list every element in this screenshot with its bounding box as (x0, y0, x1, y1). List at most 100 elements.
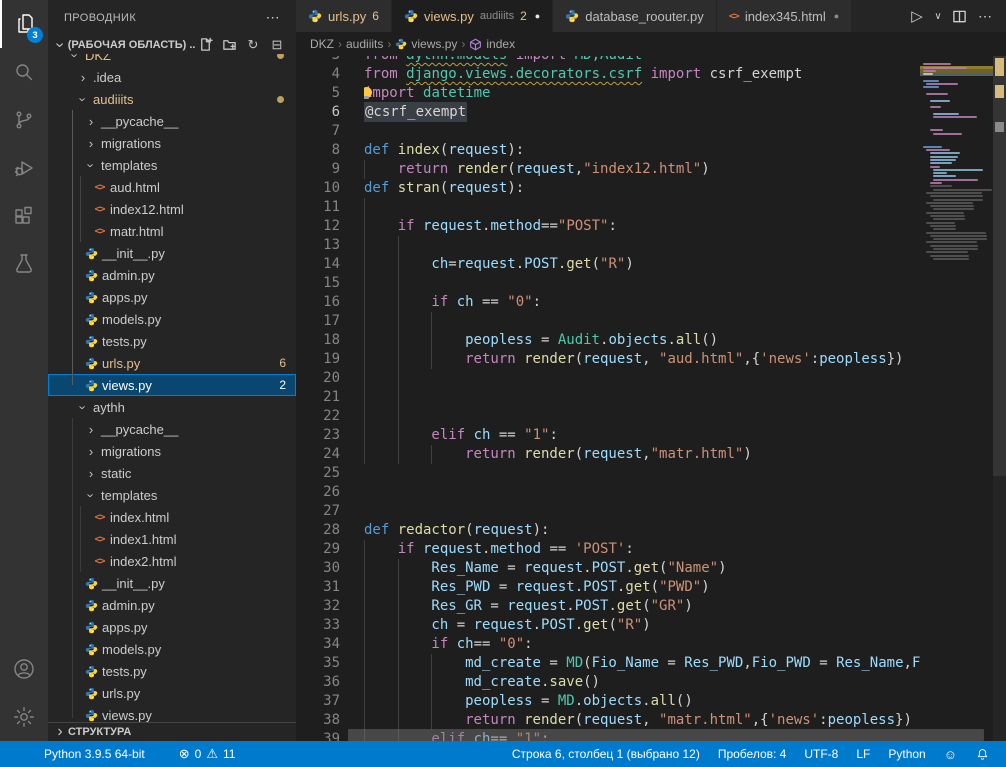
tree-item-tests-py[interactable]: tests.py (48, 330, 296, 352)
tree-item-matr-html[interactable]: <>matr.html (48, 220, 296, 242)
code-line-10[interactable]: def stran(request): (364, 179, 920, 198)
status-item-0[interactable]: Строка 6, столбец 1 (выбрано 12) (504, 747, 708, 761)
settings-gear-icon[interactable] (0, 693, 48, 741)
line-number[interactable]: 3 (296, 56, 340, 65)
code-line-16[interactable]: if ch == "0": (364, 293, 920, 312)
breadcrumb-item-index[interactable]: index (469, 37, 515, 51)
run-debug-icon[interactable] (0, 144, 48, 192)
tab-urls-py[interactable]: urls.py6 (296, 0, 392, 32)
line-number[interactable]: 7 (296, 122, 340, 141)
tree-item-apps-py[interactable]: apps.py (48, 616, 296, 638)
line-number[interactable]: 39 (296, 730, 340, 741)
code-line-9[interactable]: return render(request,"index12.html") (364, 160, 920, 179)
code-line-6[interactable]: @csrf_exempt (364, 103, 920, 122)
line-number[interactable]: 6 (296, 103, 340, 122)
line-number[interactable]: 25 (296, 464, 340, 483)
tree-item-urls-py[interactable]: urls.py (48, 682, 296, 704)
tree-item-views-py[interactable]: views.py2 (48, 374, 296, 396)
tree-item-models-py[interactable]: models.py (48, 638, 296, 660)
vertical-scrollbar[interactable] (993, 56, 1006, 476)
split-editor-icon[interactable] (948, 5, 970, 27)
panel-more-icon[interactable]: ⋯ (266, 9, 280, 26)
code-line-37[interactable]: peopless = MD.objects.all() (364, 692, 920, 711)
tree-item-apps-py[interactable]: apps.py (48, 286, 296, 308)
line-number[interactable]: 11 (296, 198, 340, 217)
code-line-18[interactable]: peopless = Audit.objects.all() (364, 331, 920, 350)
tree-item-index12-html[interactable]: <>index12.html (48, 198, 296, 220)
line-number[interactable]: 26 (296, 483, 340, 502)
minimap[interactable] (920, 56, 993, 741)
code-line-27[interactable] (364, 502, 920, 521)
tab-index345-html[interactable]: <>index345.html● (717, 0, 852, 32)
tree-item-templates[interactable]: ›templates (48, 484, 296, 506)
tree-item-audiiits[interactable]: ›audiiits (48, 88, 296, 110)
testing-icon[interactable] (0, 240, 48, 288)
tree-item-aythh[interactable]: ›aythh (48, 396, 296, 418)
line-number[interactable]: 15 (296, 274, 340, 293)
workspace-section-header[interactable]: › (РАБОЧАЯ ОБЛАСТЬ) ... ↻ ⊟ (48, 35, 296, 54)
code-line-14[interactable]: ch=request.POST.get("R") (364, 255, 920, 274)
new-file-icon[interactable] (196, 36, 214, 54)
account-icon[interactable] (0, 645, 48, 693)
problems-item[interactable]: ⊗ 0 ⚠ 11 (171, 746, 244, 762)
tree-item-aud-html[interactable]: <>aud.html (48, 176, 296, 198)
new-folder-icon[interactable] (220, 36, 238, 54)
line-number[interactable]: 23 (296, 426, 340, 445)
tree-item--pycache-[interactable]: ›__pycache__ (48, 110, 296, 132)
code-editor[interactable]: 3456789101112131415161718192021222324252… (296, 56, 1006, 741)
line-number[interactable]: 21 (296, 388, 340, 407)
status-item-1[interactable]: Пробелов: 4 (710, 747, 795, 761)
tree-item--pycache-[interactable]: ›__pycache__ (48, 418, 296, 440)
code-line-11[interactable] (364, 198, 920, 217)
source-control-icon[interactable] (0, 96, 48, 144)
collapse-all-icon[interactable]: ⊟ (268, 36, 286, 54)
code-line-38[interactable]: return render(request, "matr.html",{'new… (364, 711, 920, 730)
line-number[interactable]: 13 (296, 236, 340, 255)
code-line-22[interactable] (364, 407, 920, 426)
status-item-3[interactable]: LF (848, 747, 878, 761)
breadcrumb-item-views.py[interactable]: views.py (395, 37, 457, 51)
code-line-36[interactable]: md_create.save() (364, 673, 920, 692)
line-number[interactable]: 27 (296, 502, 340, 521)
tree-item-admin-py[interactable]: admin.py (48, 264, 296, 286)
code-line-20[interactable] (364, 369, 920, 388)
line-number[interactable]: 20 (296, 369, 340, 388)
dirty-dot-icon[interactable]: ● (535, 11, 540, 21)
tree-item-static[interactable]: ›static (48, 462, 296, 484)
line-number[interactable]: 19 (296, 350, 340, 369)
line-number[interactable]: 18 (296, 331, 340, 350)
code-line-26[interactable] (364, 483, 920, 502)
outline-section-header[interactable]: › СТРУКТУРА (48, 722, 296, 741)
line-number[interactable]: 24 (296, 445, 340, 464)
code-line-30[interactable]: Res_Name = request.POST.get("Name") (364, 559, 920, 578)
extensions-icon[interactable] (0, 192, 48, 240)
code-line-31[interactable]: Res_PWD = request.POST.get("PWD") (364, 578, 920, 597)
code-line-24[interactable]: return render(request,"matr.html") (364, 445, 920, 464)
breadcrumb-item-audiiits[interactable]: audiiits (346, 37, 383, 51)
line-number[interactable]: 4 (296, 65, 340, 84)
tree-item-index2-html[interactable]: <>index2.html (48, 550, 296, 572)
notifications-bell-icon[interactable] (967, 747, 998, 762)
code-line-19[interactable]: return render(request, "aud.html",{'news… (364, 350, 920, 369)
tab-database-roouter-py[interactable]: database_roouter.py (553, 0, 717, 32)
line-number[interactable]: 31 (296, 578, 340, 597)
line-number[interactable]: 37 (296, 692, 340, 711)
tree-item-migrations[interactable]: ›migrations (48, 440, 296, 462)
tree-item-admin-py[interactable]: admin.py (48, 594, 296, 616)
line-number[interactable]: 36 (296, 673, 340, 692)
line-number[interactable]: 16 (296, 293, 340, 312)
explorer-icon[interactable]: 3 (0, 0, 48, 48)
status-item-4[interactable]: Python (880, 747, 933, 761)
line-number[interactable]: 10 (296, 179, 340, 198)
line-number[interactable]: 5 (296, 84, 340, 103)
code-line-29[interactable]: if request.method == 'POST': (364, 540, 920, 559)
tree-item-templates[interactable]: ›templates (48, 154, 296, 176)
status-item-2[interactable]: UTF-8 (796, 747, 846, 761)
horizontal-scrollbar[interactable] (348, 729, 984, 741)
code-line-13[interactable] (364, 236, 920, 255)
tree-item-urls-py[interactable]: urls.py6 (48, 352, 296, 374)
tree-item--init-py[interactable]: __init__.py (48, 572, 296, 594)
line-number[interactable]: 8 (296, 141, 340, 160)
more-actions-icon[interactable]: ⋯ (974, 5, 996, 27)
tree-item--init-py[interactable]: __init__.py (48, 242, 296, 264)
